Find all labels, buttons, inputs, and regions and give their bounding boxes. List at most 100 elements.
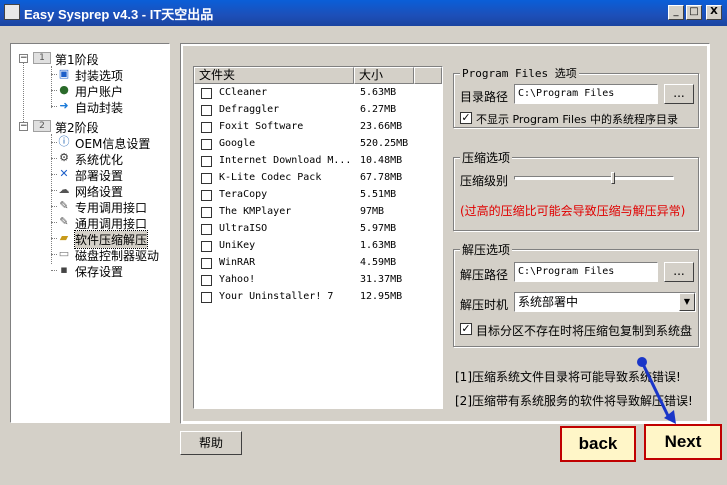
maximize-button[interactable]: □	[686, 5, 702, 20]
tree-item-oem-info[interactable]: ⓘ OEM信息设置	[11, 134, 161, 151]
tree-item-system-optimize[interactable]: ⚙ 系统优化	[11, 150, 161, 167]
list-item[interactable]: The KMPlayer 97MB	[194, 204, 442, 221]
extract-timing-label: 解压时机	[460, 298, 509, 312]
compression-level-slider[interactable]	[514, 170, 674, 188]
slider-thumb[interactable]	[611, 172, 615, 184]
list-item-checkbox[interactable]	[201, 105, 212, 116]
pencil-icon: ✎	[59, 199, 69, 212]
network-icon: ☁	[58, 183, 70, 196]
list-item-name: UltraISO	[219, 223, 268, 234]
extract-path-input[interactable]: C:\Program Files	[514, 262, 658, 282]
list-item-checkbox[interactable]	[201, 156, 212, 167]
info-icon: ⓘ	[58, 135, 70, 148]
tree-stage-2[interactable]: − 2 第2阶段	[11, 118, 161, 135]
list-item-size: 97MB	[360, 206, 385, 217]
list-item[interactable]: K-Lite Codec Pack 67.78MB	[194, 170, 442, 187]
list-item-size: 5.97MB	[360, 223, 397, 234]
app-icon	[4, 4, 20, 20]
next-button[interactable]: Next	[644, 424, 722, 460]
hide-system-dirs-checkbox[interactable]: ✓	[460, 112, 472, 124]
tree-item-save-settings[interactable]: ▪ 保存设置	[11, 262, 161, 279]
tree-item-dedicated-interface[interactable]: ✎ 专用调用接口	[11, 198, 161, 215]
list-item-checkbox[interactable]	[201, 122, 212, 133]
list-item-name: CCleaner	[219, 87, 268, 98]
tree-item-software-compression[interactable]: ▰ 软件压缩解压	[11, 230, 161, 249]
tree-stage-1[interactable]: − 1 第1阶段	[11, 50, 161, 67]
browse-directory-button[interactable]: ...	[664, 84, 694, 104]
arrow-icon: ➜	[59, 99, 69, 112]
tree-item-auto-package[interactable]: ➜ 自动封装	[11, 98, 161, 115]
slider-track	[514, 176, 674, 180]
list-item-checkbox[interactable]	[201, 258, 212, 269]
folder-list[interactable]: 文件夹 大小 CCleaner 5.63MB Defraggler 6.27MB Fox…	[193, 66, 443, 409]
list-item-checkbox[interactable]	[201, 139, 212, 150]
list-item[interactable]: Defraggler 6.27MB	[194, 102, 442, 119]
extract-path-label: 解压路径	[460, 268, 509, 282]
list-item[interactable]: Google 520.25MB	[194, 136, 442, 153]
list-item-checkbox[interactable]	[201, 190, 212, 201]
list-item-checkbox[interactable]	[201, 173, 212, 184]
browse-extract-path-button[interactable]: ...	[664, 262, 694, 282]
list-item-checkbox[interactable]	[201, 207, 212, 218]
help-button[interactable]: 帮助	[180, 431, 242, 455]
disk-icon: ▭	[58, 247, 70, 260]
list-item-name: Defraggler	[219, 104, 280, 115]
list-item-name: Your Uninstaller! 7	[219, 291, 334, 302]
list-item-size: 5.63MB	[360, 87, 397, 98]
list-item-size: 5.51MB	[360, 189, 397, 200]
tree-item-generic-interface[interactable]: ✎ 通用调用接口	[11, 214, 161, 231]
directory-path-input[interactable]: C:\Program Files	[514, 84, 658, 104]
decompression-group: 解压选项 解压路径 C:\Program Files ... 解压时机 系统部署…	[453, 241, 699, 347]
list-item[interactable]: CCleaner 5.63MB	[194, 85, 442, 102]
close-button[interactable]: X	[706, 5, 722, 20]
list-item-checkbox[interactable]	[201, 275, 212, 286]
program-files-legend: Program Files 选项	[460, 65, 579, 81]
tree-item-label: 保存设置	[75, 265, 124, 279]
list-item[interactable]: Foxit Software 23.66MB	[194, 119, 442, 136]
minimize-button[interactable]: _	[668, 5, 684, 20]
extract-timing-select[interactable]: 系统部署中 ▼	[514, 292, 696, 312]
tree-item-disk-controller-driver[interactable]: ▭ 磁盘控制器驱动	[11, 246, 161, 263]
gear-icon: ⚙	[59, 151, 69, 164]
compression-legend: 压缩选项	[460, 149, 513, 166]
list-item[interactable]: Your Uninstaller! 7 12.95MB	[194, 289, 442, 306]
list-item[interactable]: WinRAR 4.59MB	[194, 255, 442, 272]
stage-badge: 1	[33, 52, 51, 64]
chevron-down-icon[interactable]: ▼	[679, 293, 695, 311]
list-item-name: Internet Download M...	[219, 155, 352, 166]
column-header-folder[interactable]: 文件夹	[194, 67, 354, 84]
list-item[interactable]: UltraISO 5.97MB	[194, 221, 442, 238]
list-item-name: Yahoo!	[219, 274, 256, 285]
copy-to-system-label: 目标分区不存在时将压缩包复制到系统盘	[476, 324, 693, 338]
column-header-size[interactable]: 大小	[354, 67, 414, 84]
tree-item-label: 自动封装	[75, 101, 124, 115]
list-item-name: UniKey	[219, 240, 256, 251]
tree-item-deploy-settings[interactable]: ✕ 部署设置	[11, 166, 161, 183]
copy-to-system-checkbox[interactable]: ✓	[460, 323, 472, 335]
collapse-icon[interactable]: −	[19, 122, 28, 131]
extract-timing-value: 系统部署中	[518, 295, 579, 309]
list-item-checkbox[interactable]	[201, 241, 212, 252]
directory-path-label: 目录路径	[460, 90, 509, 104]
list-item-name: The KMPlayer	[219, 206, 292, 217]
list-item-checkbox[interactable]	[201, 292, 212, 303]
collapse-icon[interactable]: −	[19, 54, 28, 63]
list-item[interactable]: TeraCopy 5.51MB	[194, 187, 442, 204]
user-icon: ●	[59, 83, 69, 96]
list-item-name: TeraCopy	[219, 189, 268, 200]
list-item-checkbox[interactable]	[201, 224, 212, 235]
list-item[interactable]: Internet Download M... 10.48MB	[194, 153, 442, 170]
save-icon: ▪	[60, 263, 68, 276]
list-item-checkbox[interactable]	[201, 88, 212, 99]
arrow-start-dot	[637, 357, 647, 367]
list-item-size: 12.95MB	[360, 291, 403, 302]
back-button[interactable]: back	[560, 426, 636, 462]
list-item-name: K-Lite Codec Pack	[219, 172, 322, 183]
tree-item-network-settings[interactable]: ☁ 网络设置	[11, 182, 161, 199]
tree-item-user-accounts[interactable]: ● 用户账户	[11, 82, 161, 99]
tree-item-package-options[interactable]: ▣ 封装选项	[11, 66, 161, 83]
list-item[interactable]: UniKey 1.63MB	[194, 238, 442, 255]
content-inner: 文件夹 大小 CCleaner 5.63MB Defraggler 6.27MB Fox…	[183, 46, 707, 421]
list-item[interactable]: Yahoo! 31.37MB	[194, 272, 442, 289]
annotation-arrow	[637, 357, 676, 424]
